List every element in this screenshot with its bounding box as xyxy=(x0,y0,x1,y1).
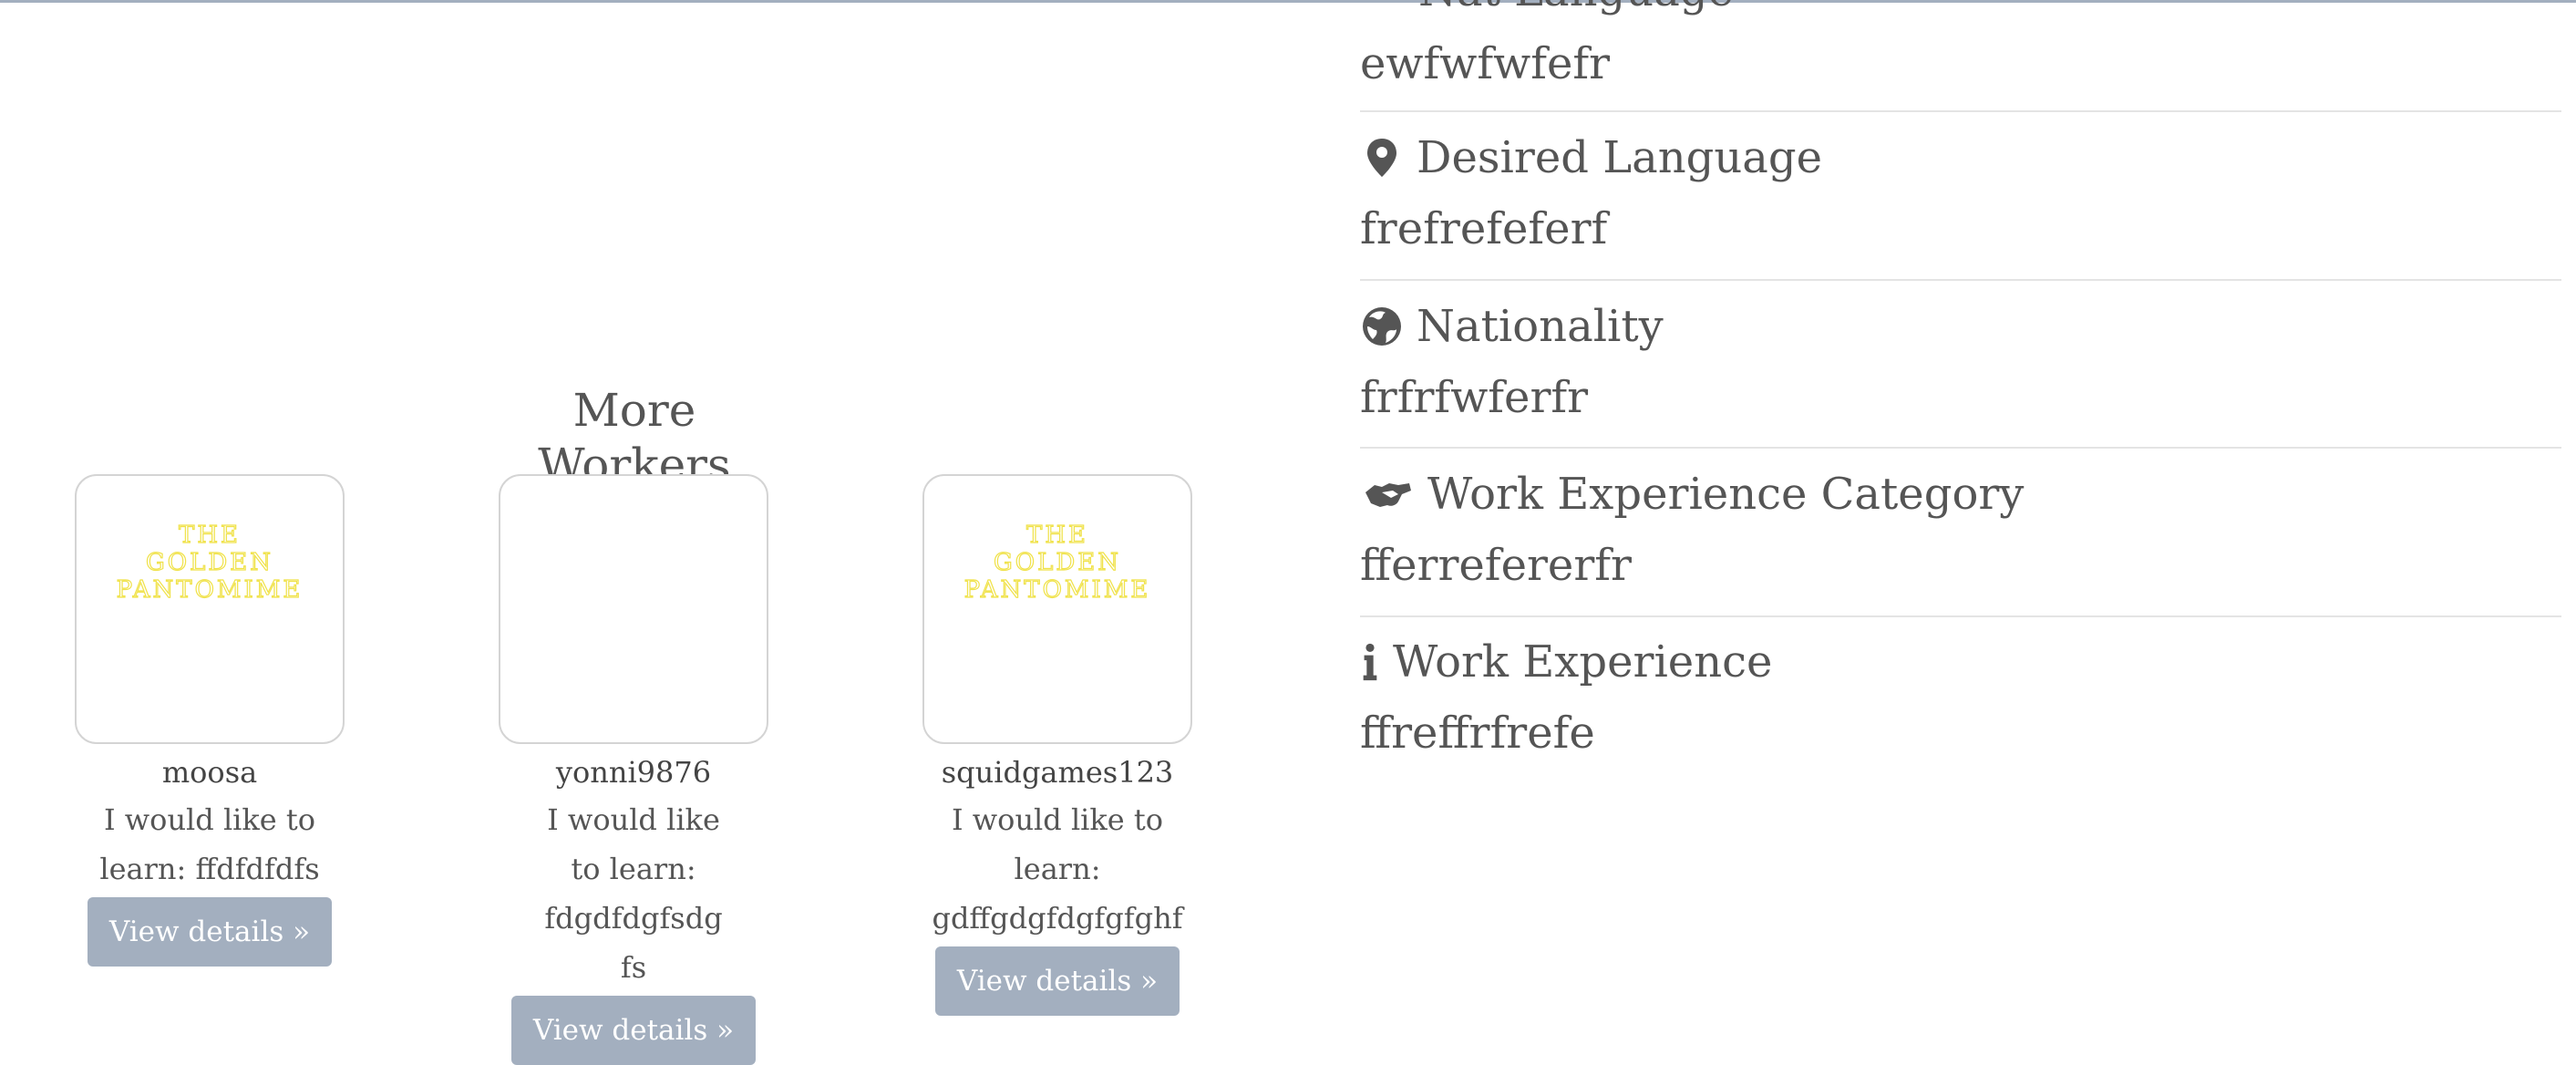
view-details-button[interactable]: View details » xyxy=(934,946,1180,1016)
worker-thumbnail[interactable] xyxy=(499,474,768,744)
handshake-icon xyxy=(1365,483,1411,507)
nationality-value: frfrfwferfr xyxy=(1360,372,1589,423)
worker-card: THE GOLDEN PANTOMIME squidgames123 I would… xyxy=(921,474,1194,1016)
worker-name: squidgames123 xyxy=(941,755,1174,790)
worker-card: yonni9876 I would like to learn: fdgdfdg… xyxy=(497,474,770,1065)
map-pin-icon xyxy=(1367,139,1396,177)
worker-description: I would like to learn: gdffgdgfdgfgfghf xyxy=(932,802,1183,936)
golden-pantomime-logo: THE GOLDEN PANTOMIME xyxy=(963,521,1151,604)
nationality-label: Nationality xyxy=(1360,297,2561,356)
divider xyxy=(1360,110,2561,112)
work-experience-value: ffreffrfrefe xyxy=(1360,708,1595,759)
divider xyxy=(1360,447,2561,449)
worker-description: I would like to learn: fdgdfdgfsdgfs xyxy=(544,802,723,985)
info-icon xyxy=(1363,643,1377,681)
view-details-button[interactable]: View details » xyxy=(510,996,757,1065)
golden-pantomime-logo: THE GOLDEN PANTOMIME xyxy=(116,521,304,604)
desired-language-label: Desired Language xyxy=(1360,129,2561,187)
globe-icon xyxy=(1363,307,1401,346)
work-experience-label: Work Experience xyxy=(1360,633,2561,691)
native-language-value: ewfwfwfefr xyxy=(1360,38,1611,89)
work-category-label: Work Experience Category xyxy=(1360,465,2561,523)
divider xyxy=(1360,615,2561,617)
worker-name: moosa xyxy=(161,755,258,790)
view-details-button[interactable]: View details » xyxy=(87,897,333,967)
native-language-label: Nat Language xyxy=(1360,0,2561,20)
worker-description: I would like to learn: ffdfdfdfs xyxy=(99,802,320,886)
worker-thumbnail[interactable]: THE GOLDEN PANTOMIME xyxy=(922,474,1192,744)
worker-name: yonni9876 xyxy=(555,755,712,790)
divider xyxy=(1360,279,2561,281)
worker-card: THE GOLDEN PANTOMIME moosa I would like to… xyxy=(73,474,346,967)
desired-language-value: frefrefeferf xyxy=(1360,203,1608,254)
work-category-value: fferrefererfr xyxy=(1360,540,1632,591)
worker-thumbnail[interactable]: THE GOLDEN PANTOMIME xyxy=(75,474,345,744)
